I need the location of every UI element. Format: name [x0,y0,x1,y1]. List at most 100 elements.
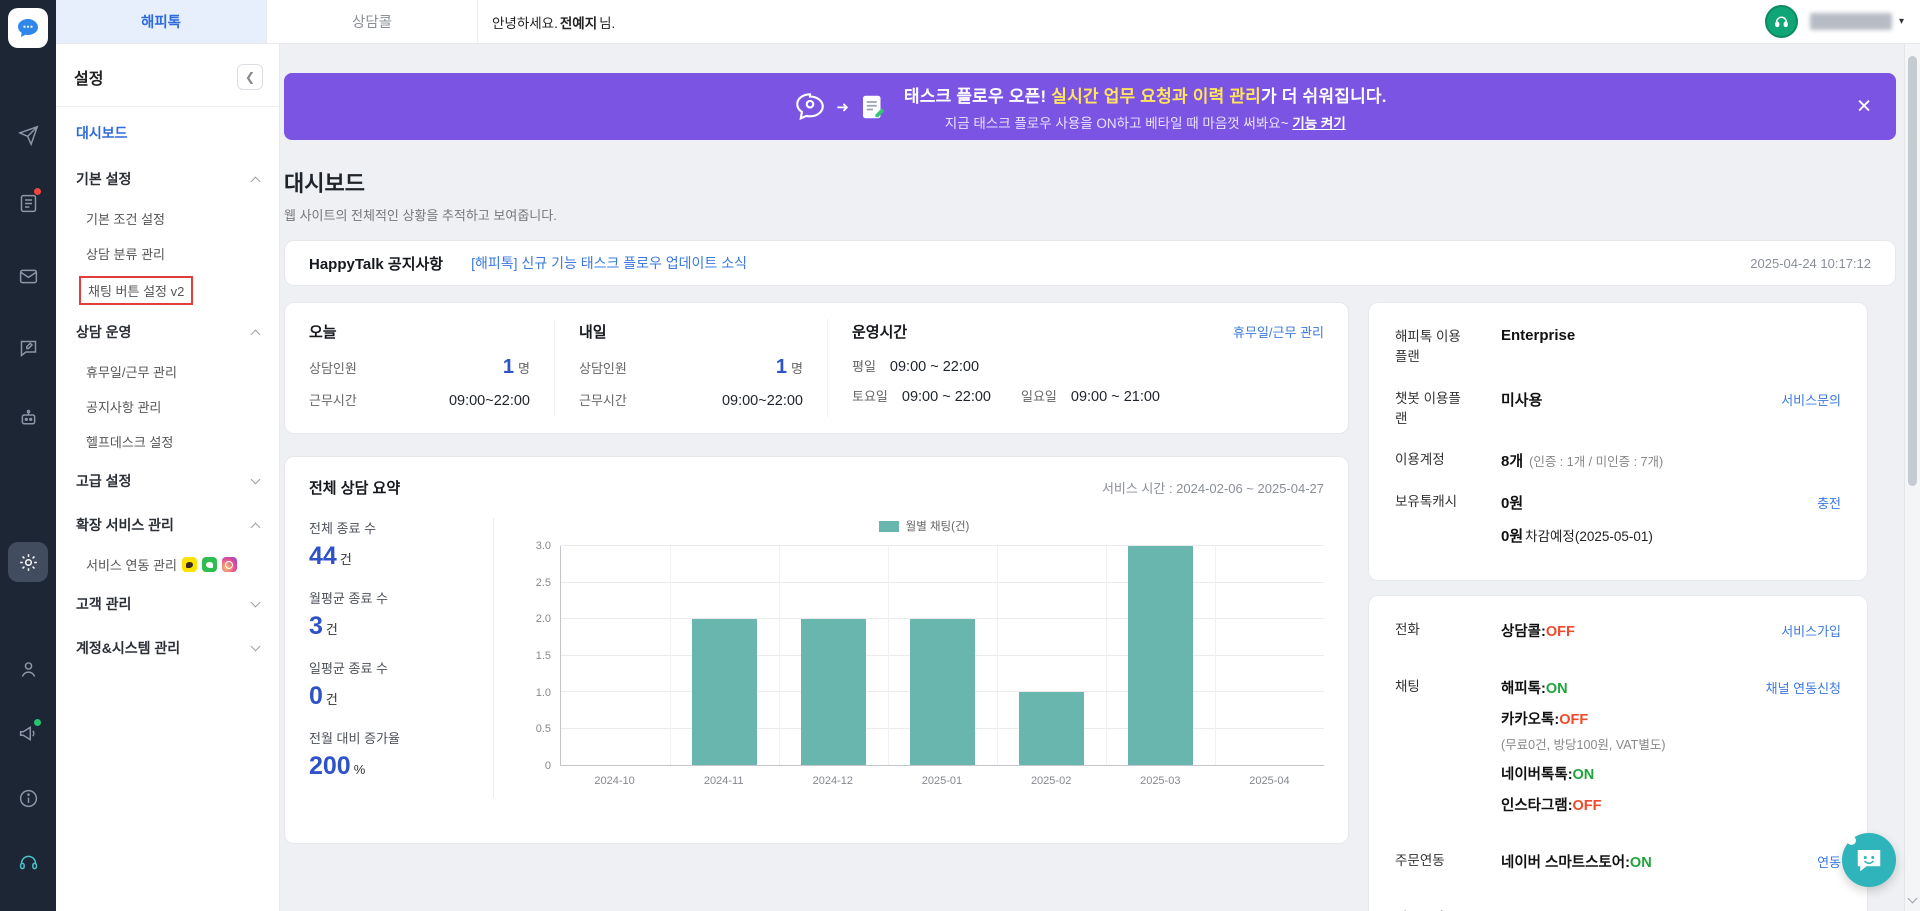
chart-x-tick: 2024-12 [812,775,854,787]
user-menu[interactable]: ▾ [1809,13,1904,30]
notice-link[interactable]: [해피톡] 신규 기능 태스크 플로우 업데이트 소식 [471,253,747,273]
integration-link[interactable]: 연동 [1817,852,1841,871]
service-label: 채팅 [1395,679,1420,694]
chart-legend-swatch [878,520,899,532]
top-bar: 해피톡 상담콜 안녕하세요. 전예지 님. ▾ [56,0,1920,44]
sidebar-section-account-system[interactable]: 계정&시스템 관리 [56,626,279,670]
task-doc-icon [862,95,885,118]
status-badge: ON [1629,855,1652,871]
plan-card: 해피톡 이용플랜 Enterprise 챗봇 이용플랜 미사용 서비스문의 이용… [1368,302,1868,581]
notice-bar: HappyTalk 공지사항 [해피톡] 신규 기능 태스크 플로우 업데이트 … [284,240,1896,286]
support-call-button[interactable] [1764,5,1798,38]
banner-subline: 지금 태스크 플로우 사용을 ON하고 베타일 때 마음껏 써봐요~ 기능 켜기 [944,115,1346,131]
sidebar-section-basic-settings[interactable]: 기본 설정 [56,157,279,201]
service-name: 상담콜: [1501,624,1546,640]
taskflow-banner: ➜ 태스크 플로우 오픈! 실시간 업무 요청과 이력 관리가 더 쉬워집니다.… [284,73,1896,140]
enable-feature-link[interactable]: 기능 켜기 [1292,116,1345,131]
happytalk-logo[interactable] [8,8,48,48]
chat-edit-icon[interactable] [0,330,56,366]
sidebar-section-consult-operation[interactable]: 상담 운영 [56,310,279,354]
announce-icon[interactable] [0,715,56,751]
accounts-detail: (인증 : 1개 / 미인증 : 7개) [1529,455,1664,469]
daily-stats-card: 오늘 상담인원 1명 근무시간 09:00~22:00 내일 상담인원 1명 근… [284,302,1349,434]
section-label: 계정&시스템 관리 [76,640,181,656]
bot-icon[interactable] [0,400,56,436]
scroll-down-arrow[interactable] [1907,893,1918,904]
sidebar-section-advanced[interactable]: 고급 설정 [56,459,279,503]
today-column: 오늘 상담인원 1명 근무시간 09:00~22:00 [285,319,554,417]
sidebar-section-extension[interactable]: 확장 서비스 관리 [56,503,279,547]
mail-icon[interactable] [0,258,56,294]
send-icon[interactable] [0,117,56,153]
agent-icon[interactable] [0,651,56,687]
sidebar-item-basic-condition[interactable]: 기본 조건 설정 [56,201,279,236]
charge-link[interactable]: 충전 [1817,493,1841,512]
close-icon[interactable]: ✕ [1856,95,1872,118]
daily-avg-label: 일평균 종료 수 [309,661,388,676]
chevron-up-icon [250,329,261,339]
summary-title: 전체 상담 요약 [309,480,401,497]
info-icon[interactable] [0,780,56,816]
support-icon[interactable] [0,844,56,880]
greeting: 안녕하세요. 전예지 님. [492,0,615,43]
page-subtitle: 웹 사이트의 전체적인 상황을 추적하고 보여줍니다. [284,208,557,223]
plan-value: Enterprise [1501,327,1576,344]
tomorrow-title: 내일 [579,324,607,341]
chat-widget-button[interactable] [1842,833,1896,887]
plan-label: 챗봇 이용플랜 [1395,390,1461,426]
worktime-value: 09:00~22:00 [448,393,530,409]
sidebar-item-consult-category[interactable]: 상담 분류 관리 [56,236,279,271]
notice-date: 2025-04-24 10:17:12 [1750,255,1871,271]
chart-x-labels: 2024-10 2024-11 2024-12 2025-01 2025-02 2025-… [560,766,1324,787]
settings-icon[interactable] [8,542,48,582]
chart-x-tick: 2025-02 [1030,775,1072,787]
sidebar-item-helpdesk[interactable]: 헬프데스크 설정 [56,424,279,459]
sidebar-item-chat-button-v2[interactable]: 채팅 버튼 설정 v2 [56,271,279,310]
hours-manage-link[interactable]: 휴무일/근무 관리 [1233,322,1324,341]
agents-count: 1 [775,356,788,378]
sidebar-item-notice-manage[interactable]: 공지사항 관리 [56,389,279,424]
sidebar-item-service-integration[interactable]: 서비스 연동 관리 [56,547,279,582]
sidebar-item-holiday-work[interactable]: 휴무일/근무 관리 [56,354,279,389]
arrow-right-icon: ➜ [836,98,849,116]
worktime-label: 근무시간 [579,393,627,408]
deduction-amount: 0원 [1501,528,1524,545]
service-signup-link[interactable]: 서비스가입 [1781,621,1841,640]
sidebar-title: 설정 [74,71,104,88]
tab-happytalk[interactable]: 해피톡 [56,0,267,43]
scrollbar-thumb[interactable] [1908,56,1917,486]
status-badge: OFF [1559,712,1589,728]
agents-label: 상담인원 [579,361,627,376]
status-badge: OFF [1572,798,1602,814]
chart-legend-label: 월별 채팅(건) [905,521,970,533]
status-badge: ON [1545,681,1568,697]
service-name: 네이버톡톡: [1501,767,1573,783]
chevron-down-icon [250,641,261,651]
chart-plot [560,545,1324,766]
unit: 건 [325,692,338,707]
tasks-icon[interactable] [0,185,56,221]
chevron-down-icon: ▾ [1898,16,1904,27]
kakao-pricing-note: (무료0건, 방당100원, VAT별도) [1501,738,1666,752]
chart-y-labels: 0 0.5 1.0 1.5 2.0 2.5 3.0 [535,540,551,772]
agents-unit: 명 [791,361,803,376]
chart-bar [909,619,976,765]
sidebar-section-customer[interactable]: 고객 관리 [56,582,279,626]
unit: 건 [325,622,338,637]
service-inquiry-link[interactable]: 서비스문의 [1781,390,1841,409]
service-label: 전화 [1395,622,1420,637]
icon-rail [0,0,56,911]
collapse-sidebar-button[interactable]: ❮ [237,64,263,90]
banner-headline: 태스크 플로우 오픈! 실시간 업무 요청과 이력 관리가 더 쉬워집니다. [903,86,1387,106]
plan-label: 보유톡캐시 [1395,494,1458,509]
today-title: 오늘 [309,324,337,341]
section-label: 상담 운영 [76,324,132,340]
channel-link-request[interactable]: 채널 연동신청 [1766,678,1841,697]
saturday-label: 토요일 [852,389,888,404]
agents-count: 1 [502,356,515,378]
tomorrow-column: 내일 상담인원 1명 근무시간 09:00~22:00 [554,319,827,417]
chevron-down-icon [250,474,261,484]
sidebar-item-dashboard[interactable]: 대시보드 [56,107,279,157]
settings-sidebar: 설정 ❮ 대시보드 기본 설정 기본 조건 설정 상담 분류 관리 채팅 버튼 … [56,44,280,911]
tab-call[interactable]: 상담콜 [267,0,478,43]
